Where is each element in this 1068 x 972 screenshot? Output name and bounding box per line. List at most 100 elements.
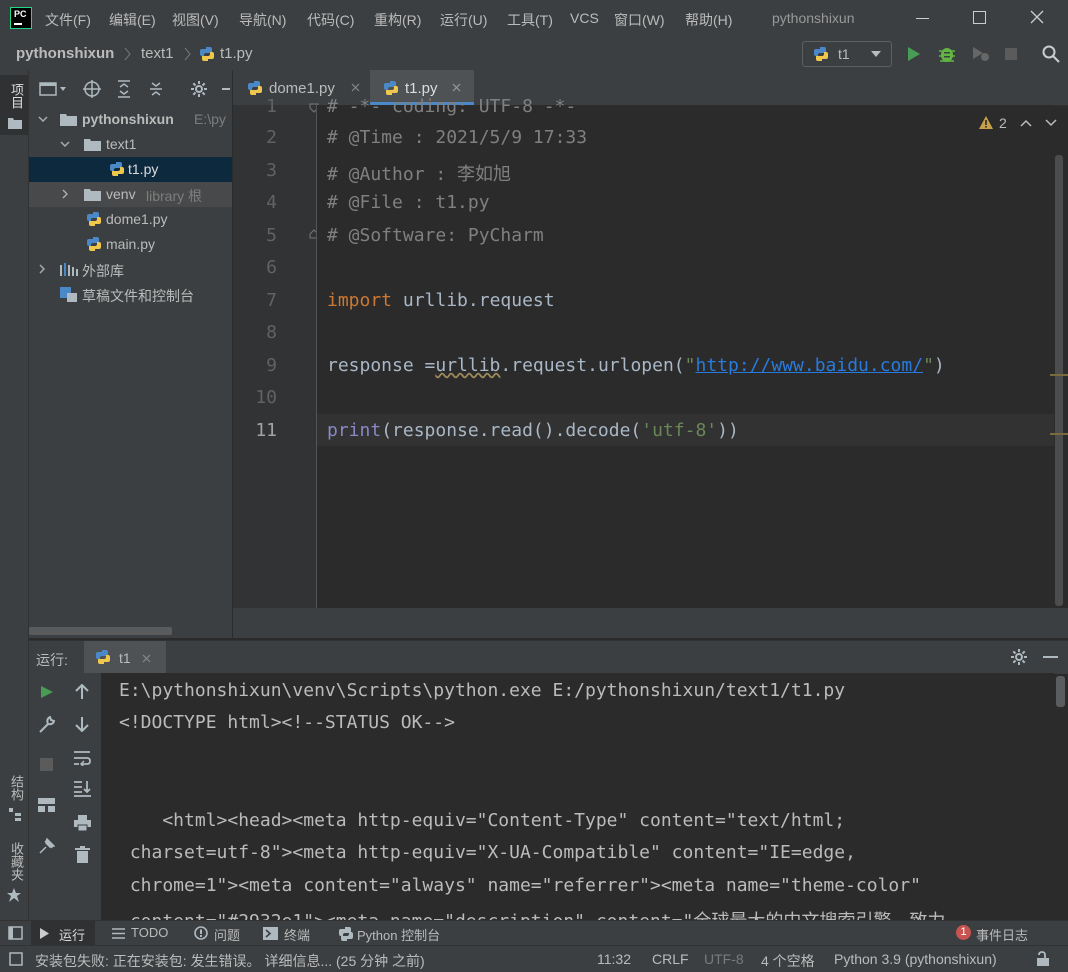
expand-all-icon[interactable] bbox=[116, 80, 132, 98]
settings-gear-icon[interactable] bbox=[1010, 648, 1028, 666]
menu-code[interactable]: 代码(C) bbox=[307, 10, 354, 30]
breadcrumb-separator-icon bbox=[124, 47, 131, 61]
tree-external-libs-label: 外部库 bbox=[82, 263, 124, 279]
run-tab-t1[interactable]: t1 bbox=[84, 641, 166, 674]
file-encoding[interactable]: UTF-8 bbox=[704, 951, 744, 967]
arrow-up-icon[interactable] bbox=[75, 684, 89, 700]
tree-row-root[interactable]: pythonshixun E:\py bbox=[29, 107, 232, 132]
menu-tools[interactable]: 工具(T) bbox=[507, 10, 553, 30]
settings-gear-icon[interactable] bbox=[190, 80, 208, 98]
minimize-button[interactable] bbox=[908, 8, 938, 28]
line-number: 3 bbox=[266, 160, 277, 181]
chevron-right-icon bbox=[39, 264, 45, 274]
hide-panel-icon[interactable] bbox=[1043, 656, 1058, 658]
tree-row-venv[interactable]: venv library 根 bbox=[29, 182, 232, 207]
stop-icon[interactable] bbox=[40, 758, 53, 771]
rerun-icon[interactable] bbox=[40, 685, 54, 699]
hide-panel-icon[interactable] bbox=[222, 88, 230, 90]
tree-row-external-libs[interactable]: 外部库 bbox=[29, 257, 232, 282]
coverage-icon[interactable] bbox=[971, 45, 991, 63]
print-icon[interactable] bbox=[74, 815, 91, 831]
menu-refactor[interactable]: 重构(R) bbox=[374, 10, 421, 30]
panel-toggle-icon[interactable] bbox=[8, 926, 23, 940]
menu-window[interactable]: 窗口(W) bbox=[614, 10, 665, 30]
tree-row-text1[interactable]: text1 bbox=[29, 132, 232, 157]
tree-row-dome1[interactable]: dome1.py bbox=[29, 207, 232, 232]
tool-tab-run-label: 运行 bbox=[59, 928, 86, 943]
tool-tab-run[interactable]: 运行 bbox=[31, 921, 95, 946]
warning-count[interactable]: 2 bbox=[999, 115, 1007, 131]
tool-tab-problems[interactable]: 问题 bbox=[190, 921, 250, 946]
menu-edit[interactable]: 编辑(E) bbox=[109, 10, 156, 30]
tree-row-scratches[interactable]: 草稿文件和控制台 bbox=[29, 282, 232, 307]
tool-tab-python-console[interactable]: Python 控制台 bbox=[334, 921, 454, 946]
url-link[interactable]: http://www.baidu.com/ bbox=[695, 355, 923, 376]
warning-stripe-marker[interactable] bbox=[1050, 374, 1068, 376]
code-editor[interactable]: # -*- coding: UTF-8 -*- # @Time : 2021/5… bbox=[317, 96, 1057, 608]
tool-tab-event-log[interactable]: 1 事件日志 bbox=[954, 921, 1039, 946]
interpreter-selector[interactable]: Python 3.9 (pythonshixun) bbox=[834, 951, 997, 967]
project-hscrollbar[interactable] bbox=[29, 627, 172, 635]
breadcrumb-folder[interactable]: text1 bbox=[141, 45, 174, 62]
console-vscrollbar[interactable] bbox=[1056, 676, 1065, 707]
collapse-all-icon[interactable] bbox=[148, 80, 164, 98]
pin-icon[interactable] bbox=[38, 838, 55, 855]
wrench-icon[interactable] bbox=[38, 716, 56, 734]
locate-icon[interactable] bbox=[83, 80, 101, 98]
project-panel: pythonshixun E:\py text1 t1.py venv libr… bbox=[29, 70, 232, 638]
tree-scratches-label: 草稿文件和控制台 bbox=[82, 288, 194, 304]
maximize-button[interactable] bbox=[965, 8, 995, 28]
favorites-tool-tab[interactable]: 收藏夹 bbox=[0, 840, 28, 910]
cursor-position[interactable]: 11:32 bbox=[597, 951, 631, 967]
line-number: 6 bbox=[266, 257, 277, 278]
status-toggle-icon[interactable] bbox=[9, 952, 23, 966]
close-tab-icon[interactable] bbox=[142, 654, 151, 663]
close-tab-icon[interactable] bbox=[351, 83, 360, 92]
trash-icon[interactable] bbox=[75, 846, 90, 863]
tree-row-main[interactable]: main.py bbox=[29, 232, 232, 257]
scroll-to-end-icon[interactable] bbox=[74, 780, 91, 797]
next-highlight-icon[interactable] bbox=[1045, 119, 1057, 127]
breadcrumb-file[interactable]: t1.py bbox=[220, 45, 253, 62]
menu-vcs[interactable]: VCS bbox=[570, 10, 599, 26]
close-tab-icon[interactable] bbox=[452, 83, 461, 92]
navigation-bar: pythonshixun text1 t1.py t1 bbox=[0, 37, 1068, 71]
tool-tab-todo[interactable]: TODO bbox=[106, 921, 178, 946]
arrow-down-icon[interactable] bbox=[75, 716, 89, 732]
lock-icon[interactable] bbox=[1036, 951, 1050, 967]
breadcrumb-project[interactable]: pythonshixun bbox=[16, 45, 114, 62]
tree-t1-label: t1.py bbox=[128, 161, 159, 177]
line-separator[interactable]: CRLF bbox=[652, 951, 689, 967]
menu-view[interactable]: 视图(V) bbox=[172, 10, 219, 30]
view-mode-icon[interactable] bbox=[39, 81, 67, 97]
code-line-5: # @Software: PyCharm bbox=[327, 225, 544, 246]
tool-tab-terminal[interactable]: 终端 bbox=[259, 921, 324, 946]
debug-icon[interactable] bbox=[937, 44, 957, 64]
warning-stripe-marker[interactable] bbox=[1050, 433, 1068, 435]
stop-icon[interactable] bbox=[1005, 48, 1017, 60]
warning-icon[interactable] bbox=[979, 116, 993, 129]
layout-icon[interactable] bbox=[38, 798, 55, 812]
tree-row-t1[interactable]: t1.py bbox=[29, 157, 232, 182]
previous-highlight-icon[interactable] bbox=[1020, 119, 1032, 127]
chevron-right-icon bbox=[62, 189, 68, 199]
close-button[interactable] bbox=[1022, 6, 1052, 30]
menu-help[interactable]: 帮助(H) bbox=[685, 10, 732, 30]
search-icon[interactable] bbox=[1042, 45, 1060, 63]
run-icon[interactable] bbox=[907, 46, 921, 62]
menu-navigate[interactable]: 导航(N) bbox=[239, 10, 286, 30]
tab-dome1-label: dome1.py bbox=[269, 80, 335, 97]
run-config-selector[interactable]: t1 bbox=[802, 41, 892, 67]
status-message[interactable]: 安装包失败: 正在安装包: 发生错误。 详细信息... (25 分钟 之前) bbox=[35, 951, 425, 971]
soft-wrap-icon[interactable] bbox=[74, 750, 91, 766]
run-console-output[interactable]: E:\pythonshixun\venv\Scripts\python.exe … bbox=[101, 673, 1054, 920]
menu-file[interactable]: 文件(F) bbox=[45, 10, 91, 30]
tree-venv-hint: library 根 bbox=[146, 188, 203, 204]
indent-setting[interactable]: 4 个空格 bbox=[761, 951, 815, 971]
menu-run[interactable]: 运行(U) bbox=[440, 10, 487, 30]
run-icon bbox=[40, 928, 49, 939]
editor-vscrollbar[interactable] bbox=[1055, 155, 1063, 606]
run-panel-header: 运行: t1 bbox=[29, 640, 1068, 674]
structure-tool-tab[interactable]: 结构 bbox=[0, 765, 28, 825]
project-tool-tab[interactable]: 项目 bbox=[0, 75, 28, 135]
